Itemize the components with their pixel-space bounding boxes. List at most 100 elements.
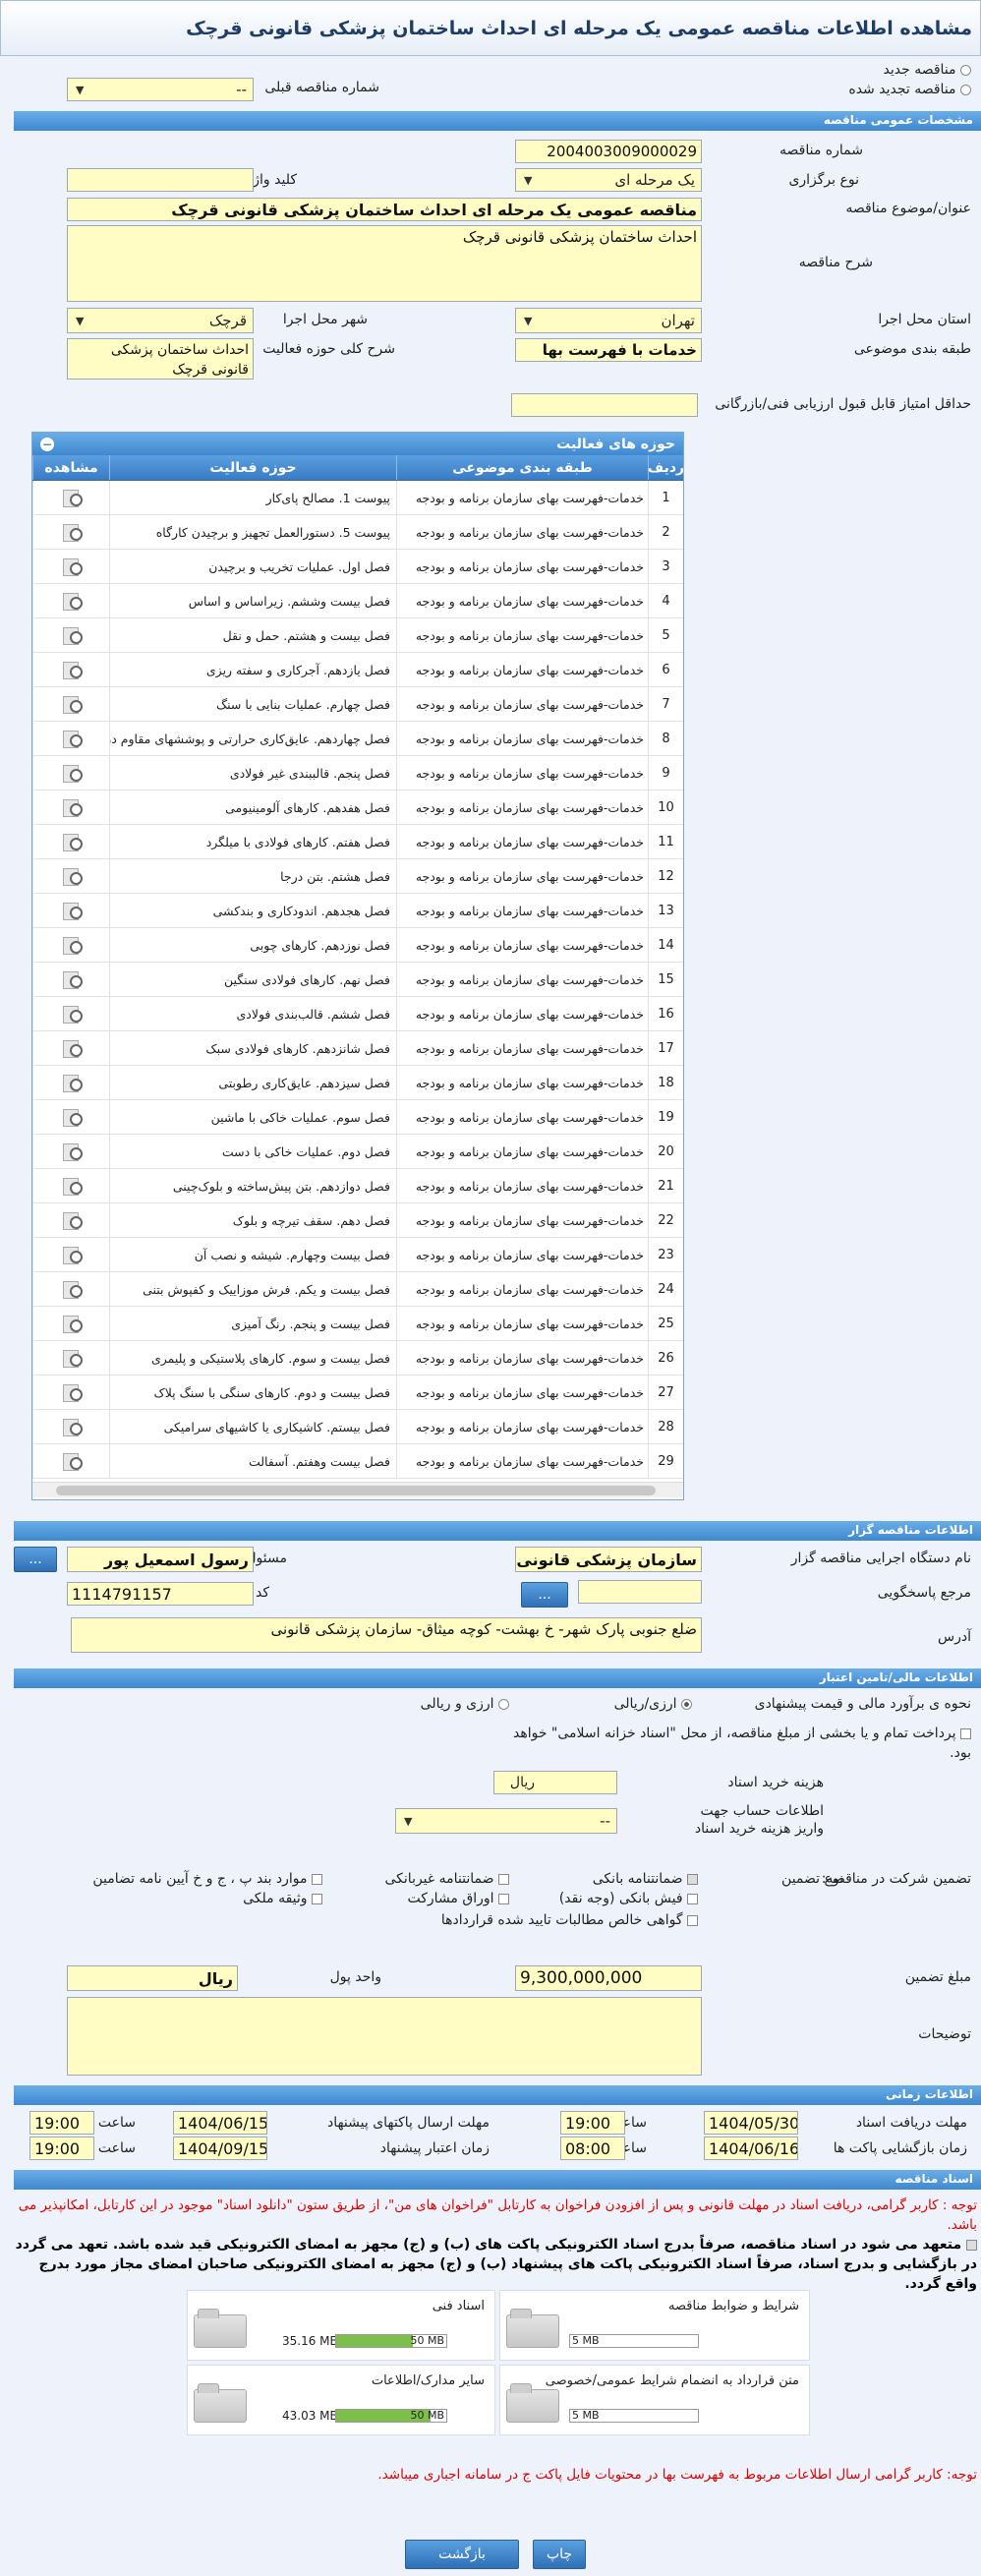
horizontal-scrollbar[interactable] [32, 1482, 683, 1497]
view-document-icon[interactable] [61, 1383, 83, 1402]
validity-time[interactable]: 19:00 [29, 2137, 94, 2160]
view-document-icon[interactable] [61, 592, 83, 611]
min-score-field[interactable] [511, 393, 698, 417]
view-document-icon[interactable] [61, 1315, 83, 1333]
row-activity: پیوست 1. مصالح پای‌کار [109, 481, 396, 514]
new-tender-radio[interactable]: مناقصه جدید [884, 62, 971, 78]
view-document-icon[interactable] [61, 1005, 83, 1024]
guarantee-property-checkbox[interactable]: وثیقه ملکی [243, 1891, 322, 1906]
amount-field[interactable]: 9,300,000,000 [515, 1965, 702, 1991]
row-view-cell [32, 515, 109, 549]
bid-deadline-time[interactable]: 19:00 [29, 2111, 94, 2135]
row-category: خدمات-فهرست بهای سازمان برنامه و بودجه [396, 550, 648, 583]
tender-no-field[interactable]: 2004003009000029 [515, 140, 702, 163]
row-view-cell [32, 722, 109, 755]
view-document-icon[interactable] [61, 867, 83, 886]
bid-deadline-date[interactable]: 1404/06/15 [173, 2111, 267, 2135]
commitment-checkbox[interactable]: متعهد می شود در اسناد مناقصه، صرفاً بدرج… [4, 2235, 977, 2294]
row-category: خدمات-فهرست بهای سازمان برنامه و بودجه [396, 756, 648, 790]
view-document-icon[interactable] [61, 798, 83, 817]
category-field[interactable]: خدمات با فهرست بها [515, 338, 702, 362]
view-document-icon[interactable] [61, 1452, 83, 1471]
view-document-icon[interactable] [61, 970, 83, 989]
renewed-tender-radio[interactable]: مناقصه تجدید شده [848, 82, 971, 97]
view-document-icon[interactable] [61, 1280, 83, 1299]
keyword-field[interactable] [67, 168, 254, 192]
type-select[interactable]: یک مرحله ای ▼ [515, 168, 702, 192]
table-row: 19 خدمات-فهرست بهای سازمان برنامه و بودجه… [32, 1100, 683, 1135]
view-document-icon[interactable] [61, 661, 83, 679]
print-button[interactable]: چاپ [533, 2540, 586, 2569]
guarantee-cash-checkbox[interactable]: فیش بانکی (وجه نقد) [559, 1891, 698, 1906]
desc-field[interactable]: احداث ساختمان پزشکی قانونی قرچک [67, 225, 702, 302]
doc-deadline-date[interactable]: 1404/05/30 [704, 2111, 798, 2135]
guarantee-nonbank-checkbox[interactable]: ضمانتنامه غیربانکی [385, 1871, 509, 1887]
back-button[interactable]: بازگشت [405, 2540, 519, 2569]
view-document-icon[interactable] [61, 902, 83, 920]
view-document-icon[interactable] [61, 1349, 83, 1368]
postal-field[interactable]: 1114791157 [67, 1582, 254, 1606]
view-document-icon[interactable] [61, 833, 83, 851]
view-document-icon[interactable] [61, 626, 83, 645]
currency-field[interactable]: ریال [67, 1965, 238, 1991]
row-no: 24 [648, 1272, 683, 1306]
view-document-icon[interactable] [61, 489, 83, 507]
guarantee-bank-checkbox[interactable]: ضمانتنامه بانکی [593, 1871, 698, 1887]
ref-field[interactable] [578, 1580, 702, 1604]
row-no: 27 [648, 1376, 683, 1409]
view-document-icon[interactable] [61, 1211, 83, 1230]
view-document-icon[interactable] [61, 1039, 83, 1058]
file-box-conditions[interactable]: شرایط و ضوابط مناقصه 5 MB [499, 2290, 810, 2361]
activity-desc-field[interactable]: احداث ساختمان پزشکی قانونی قرچک [67, 338, 254, 380]
view-document-icon[interactable] [61, 936, 83, 955]
scrollbar-thumb[interactable] [56, 1486, 656, 1495]
documents-note: توجه : کاربر گرامی، دریافت اسناد در مهلت… [18, 2197, 977, 2233]
doc-deadline-time[interactable]: 19:00 [560, 2111, 625, 2135]
view-document-icon[interactable] [61, 1074, 83, 1092]
opening-date[interactable]: 1404/06/16 [704, 2137, 798, 2160]
view-document-icon[interactable] [61, 523, 83, 542]
file-box-contract[interactable]: متن قرارداد به انضمام شرایط عمومی/خصوصی … [499, 2365, 810, 2435]
collapse-icon[interactable]: − [40, 437, 54, 451]
file-box-technical[interactable]: اسناد فنی 35.16 MB 50 MB [187, 2290, 495, 2361]
notes-field[interactable] [67, 1997, 702, 2076]
row-view-cell [32, 1169, 109, 1202]
view-document-icon[interactable] [61, 1142, 83, 1161]
guarantee-claims-checkbox[interactable]: گواهی خالص مطالبات تایید شده قراردادها [441, 1912, 698, 1928]
row-activity: فصل چهارم. عملیات بنایی با سنگ [109, 687, 396, 721]
table-row: 12 خدمات-فهرست بهای سازمان برنامه و بودجه… [32, 859, 683, 894]
officer-field[interactable]: رسول اسمعیل پور [67, 1547, 254, 1572]
opening-time[interactable]: 08:00 [560, 2137, 625, 2160]
row-category: خدمات-فهرست بهای سازمان برنامه و بودجه [396, 1066, 648, 1099]
chevron-down-icon: ▼ [524, 173, 533, 187]
subject-field[interactable]: مناقصه عمومی یک مرحله ای احداث ساختمان پ… [67, 198, 702, 221]
guarantee-clauses-checkbox[interactable]: موارد بند پ ، ج و خ آیین نامه تضامین [92, 1871, 322, 1887]
city-select[interactable]: قرچک ▼ [67, 308, 254, 333]
officer-lookup-button[interactable]: ... [14, 1547, 57, 1572]
view-document-icon[interactable] [61, 1108, 83, 1127]
ref-lookup-button[interactable]: ... [521, 1582, 568, 1608]
row-no: 21 [648, 1169, 683, 1202]
file-progress-fill [336, 2335, 414, 2347]
view-document-icon[interactable] [61, 1177, 83, 1196]
row-no: 12 [648, 859, 683, 893]
validity-date[interactable]: 1404/09/15 [173, 2137, 267, 2160]
view-document-icon[interactable] [61, 730, 83, 748]
view-document-icon[interactable] [61, 1246, 83, 1264]
province-select[interactable]: تهران ▼ [515, 308, 702, 333]
view-document-icon[interactable] [61, 557, 83, 576]
file-box-other[interactable]: سایر مدارک/اطلاعات 43.03 MB 50 MB [187, 2365, 495, 2435]
prev-tender-select[interactable]: -- ▼ [67, 78, 254, 101]
view-document-icon[interactable] [61, 695, 83, 714]
activities-grid-body: 1 خدمات-فهرست بهای سازمان برنامه و بودجه پ… [32, 481, 683, 1479]
org-field[interactable]: سازمان پزشکی قانونی کش [515, 1547, 702, 1572]
address-field[interactable]: ضلع جنوبی پارک شهر- خ بهشت- کوچه میثاق- … [71, 1617, 702, 1653]
table-row: 25 خدمات-فهرست بهای سازمان برنامه و بودجه… [32, 1307, 683, 1341]
account-select[interactable]: -- ▼ [395, 1808, 617, 1834]
treasury-checkbox[interactable]: پرداخت تمام و یا بخشی از مبلغ مناقصه، از… [509, 1724, 971, 1763]
opt-fx-and-rial-radio[interactable]: ارزی و ریالی [421, 1696, 509, 1712]
view-document-icon[interactable] [61, 1418, 83, 1436]
guarantee-bonds-checkbox[interactable]: اوراق مشارکت [408, 1891, 509, 1906]
opt-rial-fx-radio[interactable]: ارزی/ریالی [614, 1696, 692, 1712]
view-document-icon[interactable] [61, 764, 83, 783]
